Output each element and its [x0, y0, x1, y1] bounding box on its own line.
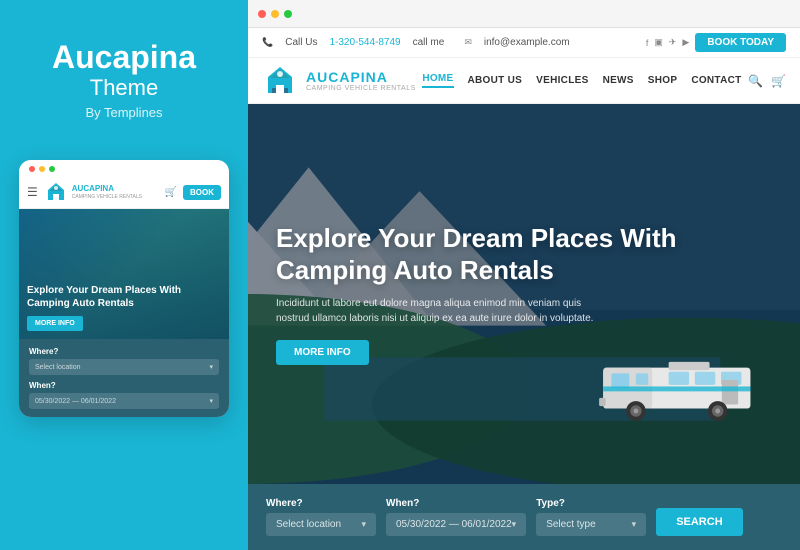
- desktop-logo-tagline: CAMPING VEHICLE RENTALS: [306, 85, 416, 92]
- mobile-where-placeholder: Select location: [35, 364, 81, 371]
- youtube-icon[interactable]: ▶: [682, 37, 689, 48]
- brand-title: Aucapina: [52, 40, 196, 75]
- desktop-more-info-button[interactable]: MORE INFO: [276, 340, 369, 365]
- type-arrow-icon: ▾: [632, 519, 637, 530]
- mobile-mockup: ☰ AUCAPINA CAMPING VEHICLE RENTALS 🛒 BOO…: [19, 160, 229, 417]
- desktop-search-bar: Where? Select location ▾ When? 05/30/202…: [248, 484, 800, 550]
- mobile-when-placeholder: 05/30/2022 — 06/01/2022: [35, 398, 116, 405]
- info-email: info@example.com: [484, 37, 570, 48]
- mobile-when-select[interactable]: 05/30/2022 — 06/01/2022 ▾: [29, 393, 219, 409]
- mobile-logo: AUCAPINA CAMPING VEHICLE RENTALS: [44, 180, 159, 204]
- mobile-logo-name: AUCAPINA: [72, 185, 142, 194]
- nav-link-about[interactable]: ABOUT US: [468, 75, 523, 86]
- desktop-hero: Explore Your Dream Places With Camping A…: [248, 104, 800, 484]
- info-bar-left: 📞 Call Us 1-320-544-8749 call me ✉ info@…: [262, 37, 570, 48]
- desktop-nav-links: HOME ABOUT US VEHICLES NEWS SHOP CONTACT: [422, 73, 741, 88]
- type-field: Type? Select type ▾: [536, 498, 646, 536]
- brand-by: By Templines: [85, 105, 162, 120]
- email-icon: ✉: [464, 37, 472, 48]
- when-input[interactable]: 05/30/2022 — 06/01/2022 ▾: [386, 513, 526, 536]
- nav-link-vehicles[interactable]: VEHICLES: [536, 75, 588, 86]
- instagram-icon[interactable]: ▣: [654, 37, 663, 48]
- mobile-book-button[interactable]: BOOK: [183, 185, 221, 200]
- mobile-hero-title: Explore Your Dream Places With Camping A…: [27, 284, 221, 310]
- where-field: Where? Select location ▾: [266, 498, 376, 536]
- logo-icon: [44, 180, 68, 204]
- where-label: Where?: [266, 498, 376, 509]
- rv-vehicle: [585, 339, 785, 429]
- cart-icon: 🛒: [165, 187, 177, 198]
- right-panel: 📞 Call Us 1-320-544-8749 call me ✉ info@…: [248, 0, 800, 550]
- browser-yellow-dot: [271, 10, 279, 18]
- hamburger-icon: ☰: [27, 185, 38, 199]
- mobile-more-info-button[interactable]: MORE INFO: [27, 316, 83, 331]
- nav-link-home[interactable]: HOME: [422, 73, 453, 88]
- left-panel: Aucapina Theme By Templines ☰ AUCAPINA C…: [0, 0, 248, 550]
- mobile-nav-icons: 🛒 BOOK: [165, 185, 221, 200]
- mobile-hero: Explore Your Dream Places With Camping A…: [19, 209, 229, 339]
- mobile-logo-tagline: CAMPING VEHICLE RENTALS: [72, 194, 142, 200]
- type-placeholder: Select type: [546, 519, 595, 530]
- desktop-nav: AUCAPINA CAMPING VEHICLE RENTALS HOME AB…: [248, 58, 800, 104]
- nav-link-news[interactable]: NEWS: [603, 75, 634, 86]
- phone-icon: 📞: [262, 37, 273, 48]
- when-arrow-icon: ▾: [512, 519, 517, 530]
- when-field: When? 05/30/2022 — 06/01/2022 ▾: [386, 498, 526, 536]
- cart-icon[interactable]: 🛒: [771, 74, 786, 88]
- logo-text-wrap: AUCAPINA CAMPING VEHICLE RENTALS: [306, 69, 416, 92]
- desktop-mockup: 📞 Call Us 1-320-544-8749 call me ✉ info@…: [248, 0, 800, 550]
- desktop-logo-name: AUCAPINA: [306, 69, 416, 85]
- desktop-info-bar: 📞 Call Us 1-320-544-8749 call me ✉ info@…: [248, 28, 800, 58]
- search-icon[interactable]: 🔍: [748, 74, 763, 88]
- facebook-icon[interactable]: f: [646, 38, 649, 48]
- where-placeholder: Select location: [276, 519, 341, 530]
- telegram-icon[interactable]: ✈: [669, 37, 677, 48]
- nav-link-shop[interactable]: SHOP: [648, 75, 678, 86]
- when-placeholder: 05/30/2022 — 06/01/2022: [396, 519, 512, 530]
- green-dot-icon: [49, 166, 55, 172]
- where-input[interactable]: Select location ▾: [266, 513, 376, 536]
- chevron-down-icon: ▾: [209, 363, 213, 371]
- nav-right-icons: 🔍 🛒: [748, 74, 786, 88]
- info-call-us: Call Us: [285, 37, 317, 48]
- type-input[interactable]: Select type ▾: [536, 513, 646, 536]
- when-label: When?: [386, 498, 526, 509]
- where-arrow-icon: ▾: [361, 519, 366, 530]
- search-button[interactable]: SEARCH: [656, 508, 742, 536]
- book-today-button[interactable]: BOOK TODAY: [695, 33, 786, 52]
- browser-top-bar: [248, 0, 800, 28]
- desktop-logo: AUCAPINA CAMPING VEHICLE RENTALS: [262, 63, 416, 99]
- desktop-logo-icon: [262, 63, 298, 99]
- mobile-nav: ☰ AUCAPINA CAMPING VEHICLE RENTALS 🛒 BOO…: [19, 176, 229, 209]
- mobile-form: Where? Select location ▾ When? 05/30/202…: [19, 339, 229, 417]
- red-dot-icon: [29, 166, 35, 172]
- browser-red-dot: [258, 10, 266, 18]
- mobile-when-label: When?: [29, 381, 219, 390]
- nav-link-contact[interactable]: CONTACT: [691, 75, 741, 86]
- mobile-top-bar: [19, 160, 229, 176]
- social-icons: f ▣ ✈ ▶ BOOK TODAY: [646, 33, 786, 52]
- desktop-hero-title: Explore Your Dream Places With Camping A…: [276, 223, 772, 285]
- mobile-where-select[interactable]: Select location ▾: [29, 359, 219, 375]
- browser-green-dot: [284, 10, 292, 18]
- mobile-where-label: Where?: [29, 347, 219, 356]
- info-call-me: call me: [413, 37, 445, 48]
- brand-sub: Theme: [90, 75, 158, 101]
- yellow-dot-icon: [39, 166, 45, 172]
- chevron-down-icon-2: ▾: [209, 397, 213, 405]
- desktop-hero-desc: Incididunt ut labore eut dolore magna al…: [276, 296, 596, 326]
- info-phone[interactable]: 1-320-544-8749: [329, 37, 400, 48]
- type-label: Type?: [536, 498, 646, 509]
- hero-title-text: Explore Your Dream Places With Camping A…: [276, 223, 677, 284]
